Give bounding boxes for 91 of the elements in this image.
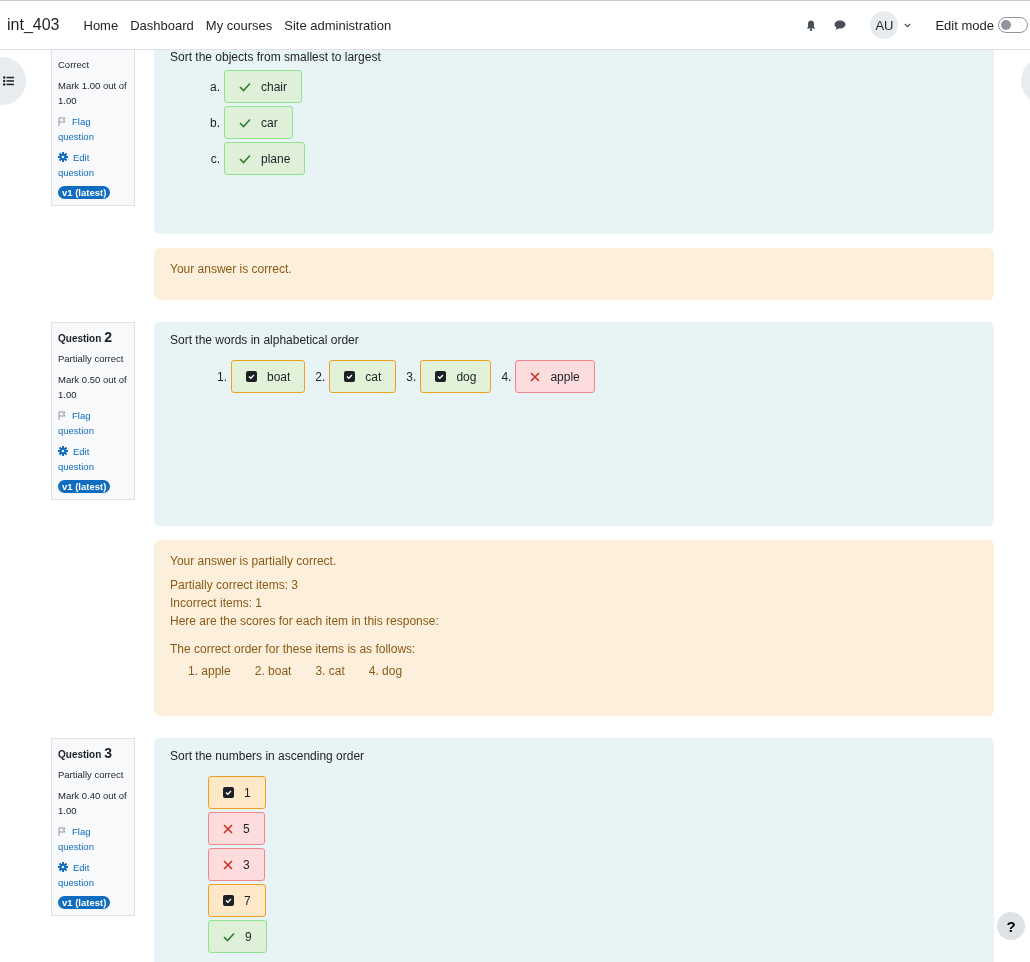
answer-label: 7: [244, 893, 251, 908]
correct-order-heading: The correct order for these items is as follows:: [170, 641, 417, 658]
question-state: Correct: [58, 58, 91, 72]
checked-box-icon: [223, 895, 234, 906]
item-number: 1.: [216, 369, 227, 384]
caret-icon[interactable]: [904, 22, 912, 28]
check-icon: [239, 117, 251, 128]
answer-label: 3: [243, 857, 250, 872]
version-badge: v1 (latest): [58, 896, 111, 909]
question-mark: Mark 0.50 out of 1.00: [58, 373, 128, 402]
version-badge: v1 (latest): [58, 186, 111, 199]
question-state: Partially correct: [58, 768, 125, 782]
answer-tile[interactable]: plane: [224, 142, 306, 175]
answer-label: apple: [550, 369, 580, 384]
answer-tile[interactable]: chair: [224, 70, 302, 103]
answer-tile[interactable]: 9: [208, 920, 267, 953]
item-number: c.: [209, 151, 220, 166]
nav-link[interactable]: My courses: [205, 17, 273, 33]
answer-tile[interactable]: boat: [231, 360, 306, 393]
flag-icon: [58, 117, 67, 126]
check-icon: [223, 931, 235, 942]
answer-tile[interactable]: apple: [515, 360, 595, 393]
answer-label: boat: [267, 369, 291, 384]
correct-order-item: 2. boat: [254, 663, 292, 680]
answer-label: plane: [261, 151, 291, 166]
flag-question-link[interactable]: Flag question: [58, 824, 114, 854]
gear-icon: [58, 446, 68, 456]
answer-label: 1: [244, 785, 251, 800]
question-text: Sort the numbers in ascending order: [170, 748, 366, 764]
gear-icon: [58, 862, 68, 872]
cross-icon: [223, 823, 233, 834]
flag-icon: [58, 827, 67, 836]
help-button[interactable]: ?: [997, 912, 1025, 940]
cross-icon: [530, 371, 541, 382]
item-number: 2.: [314, 369, 326, 384]
answer-tile[interactable]: 7: [208, 884, 266, 917]
feedback-text: Your answer is correct.: [170, 261, 293, 278]
answer-tile[interactable]: dog: [420, 360, 492, 393]
question-number: Question 2: [58, 329, 113, 345]
question-number: Question 3: [58, 745, 113, 761]
item-number: a.: [209, 79, 220, 94]
question-mark: Mark 0.40 out of 1.00: [58, 789, 128, 818]
question-text: Sort the words in alphabetical order: [170, 332, 360, 348]
question-text: Sort the objects from smallest to largest: [170, 49, 382, 65]
edit-question-link[interactable]: Edit question: [58, 150, 114, 180]
item-number: 3.: [405, 369, 417, 384]
item-number: b.: [209, 115, 220, 130]
answer-label: 5: [243, 821, 250, 836]
list-icon: [3, 76, 14, 86]
bell-icon[interactable]: [806, 19, 817, 31]
correct-order-item: 1. apple: [188, 663, 231, 680]
question-state: Partially correct: [58, 352, 125, 366]
feedback-line: Here are the scores for each item in this response:: [170, 613, 440, 630]
checked-box-icon: [435, 371, 447, 382]
answer-tile[interactable]: 5: [208, 812, 265, 845]
checked-box-icon: [223, 787, 234, 798]
item-number: 4.: [500, 369, 512, 384]
cross-icon: [223, 859, 233, 870]
check-icon: [239, 81, 251, 92]
answer-label: 9: [245, 929, 252, 944]
nav-link[interactable]: Site administration: [284, 17, 392, 33]
checked-box-icon: [344, 371, 356, 382]
checked-box-icon: [246, 371, 257, 382]
answer-label: dog: [456, 369, 477, 384]
nav-link[interactable]: Home: [83, 17, 119, 33]
site-name[interactable]: int_403: [7, 16, 60, 34]
version-badge: v1 (latest): [58, 480, 111, 493]
check-icon: [239, 153, 251, 164]
edit-question-link[interactable]: Edit question: [58, 860, 114, 890]
edit-question-link[interactable]: Edit question: [58, 444, 114, 474]
feedback-line: Partially correct items: 3: [170, 577, 300, 594]
answer-tile[interactable]: 3: [208, 848, 265, 881]
answer-label: car: [261, 115, 278, 130]
feedback-text: Your answer is partially correct.: [170, 553, 338, 570]
answer-tile[interactable]: car: [224, 106, 293, 139]
answer-tile[interactable]: cat: [329, 360, 397, 393]
flag-icon: [58, 411, 67, 420]
answer-tile[interactable]: 1: [208, 776, 266, 809]
flag-question-link[interactable]: Flag question: [58, 114, 114, 144]
flag-question-link[interactable]: Flag question: [58, 408, 114, 438]
chat-icon[interactable]: [834, 20, 847, 30]
answer-label: chair: [261, 79, 287, 94]
feedback-line: Incorrect items: 1: [170, 595, 264, 612]
edit-mode-label: Edit mode: [935, 17, 994, 33]
correct-order-item: 4. dog: [368, 663, 403, 680]
correct-order-item: 3. cat: [315, 663, 345, 680]
question-mark: Mark 1.00 out of 1.00: [58, 79, 128, 108]
answer-label: cat: [365, 369, 382, 384]
user-avatar[interactable]: AU: [870, 11, 899, 39]
gear-icon: [58, 152, 68, 162]
nav-link[interactable]: Dashboard: [130, 17, 194, 33]
